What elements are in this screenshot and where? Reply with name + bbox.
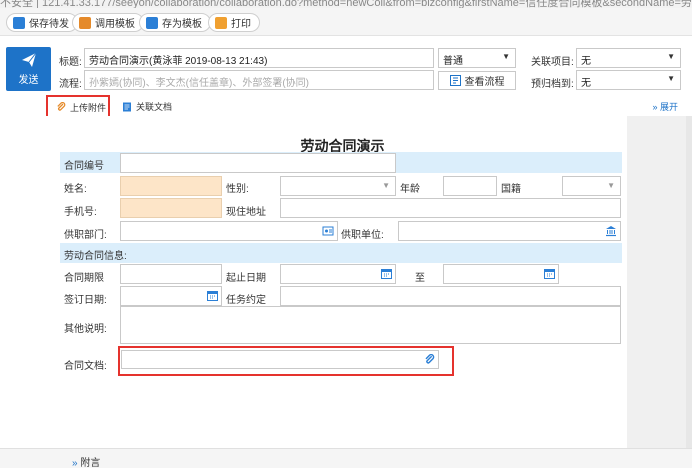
compose-header: 发送 标题: 劳动合同演示(黄泳菲 2019-08-13 21:43) 流程: … [0,37,692,95]
template-icon [79,16,91,29]
flowchart-icon [449,75,461,86]
print-button[interactable]: 打印 [208,13,260,32]
use-template-button[interactable]: 调用模板 [72,13,144,32]
contract-info-row [60,243,622,263]
contract-term-label: 合同期限 [64,273,104,284]
calendar-icon[interactable] [544,268,555,279]
nationality-label: 国籍 [501,184,521,195]
appendix-bar[interactable]: » 附言 [0,448,692,468]
save-icon [13,16,25,29]
current-address-label: 现住地址 [226,207,266,218]
sign-date-label: 签订日期: [64,295,107,306]
to-label: 至 [415,273,425,284]
flow-input[interactable]: 孙紫嫣(协同)、李文杰(信任盖章)、外部签署(协同) [84,70,434,90]
view-flow-button[interactable]: 查看流程 [438,71,516,90]
double-chevron-down-icon: » [72,458,78,468]
task-agreement-label: 任务约定 [226,295,266,306]
attachment-bar: 上传附件 关联文档 » 展开 [0,95,692,119]
related-project-label: 关联项目: [531,57,574,68]
browser-address-bar: 不安全 | 121.41.33.177/seeyon/collaboration… [0,0,692,8]
subject-input[interactable]: 劳动合同演示(黄泳菲 2019-08-13 21:43) [84,48,434,68]
other-notes-textarea[interactable] [120,306,621,344]
save-as-template-button[interactable]: 存为模板 [139,13,211,32]
age-input[interactable] [443,176,497,196]
related-project-select[interactable]: 无 ▼ [576,48,681,68]
archive-label: 预归档到: [531,79,574,90]
other-notes-label: 其他说明: [64,324,107,335]
gender-select[interactable]: ▼ [280,176,396,196]
name-input[interactable] [120,176,222,196]
age-label: 年龄 [400,184,420,195]
archive-select[interactable]: 无 ▼ [576,70,681,90]
contract-term-input[interactable] [120,264,222,284]
send-button[interactable]: 发送 [6,47,51,91]
form-paper: 劳动合同演示 合同编号 姓名: 性别: ▼ 年龄 国籍 ▼ 手机号: 现住地址 … [0,116,627,448]
flow-label: 流程: [59,79,82,90]
end-date-input[interactable] [443,264,559,284]
current-address-input[interactable] [280,198,621,218]
chevron-down-icon: ▼ [382,181,390,190]
chevron-down-icon: ▼ [667,52,675,61]
chevron-down-icon: ▼ [502,52,510,61]
gender-label: 性别: [226,184,249,195]
phone-input[interactable] [120,198,222,218]
scrollbar[interactable] [686,116,692,448]
calendar-icon[interactable] [381,268,392,279]
employer-label: 供职单位: [341,230,384,241]
name-label: 姓名: [64,184,87,195]
priority-select[interactable]: 普通 ▼ [438,48,516,68]
employer-input[interactable] [398,221,621,241]
calendar-icon[interactable] [207,290,218,301]
start-end-date-label: 起止日期 [226,273,266,284]
double-chevron-down-icon: » [652,102,658,112]
paperclip-icon[interactable] [424,354,435,365]
contract-info-label: 劳动合同信息: [64,251,127,262]
expand-button[interactable]: » 展开 [652,100,678,113]
start-date-input[interactable] [280,264,396,284]
paper-plane-icon [21,52,36,67]
appendix-toggle[interactable]: » 附言 [72,454,100,468]
toolbar: 保存待发 调用模板 存为模板 打印 [0,8,692,36]
org-picker-icon[interactable] [322,225,334,237]
contract-doc-label: 合同文档: [64,361,107,372]
save-draft-button[interactable]: 保存待发 [6,13,78,32]
chevron-down-icon: ▼ [667,74,675,83]
chevron-down-icon: ▼ [607,181,615,190]
subject-label: 标题: [59,57,82,68]
save-template-icon [146,16,158,29]
related-doc-button[interactable]: 关联文档 [122,100,172,113]
paperclip-icon [57,102,66,111]
sign-date-input[interactable] [120,286,222,306]
bank-icon[interactable] [605,225,617,237]
document-icon [123,102,131,111]
contract-no-label: 合同编号 [64,161,104,172]
task-agreement-input[interactable] [280,286,621,306]
department-label: 供职部门: [64,230,107,241]
print-icon [215,16,227,29]
contract-no-input[interactable] [120,153,396,173]
phone-label: 手机号: [64,207,97,218]
department-input[interactable] [120,221,338,241]
address-text: 不安全 | 121.41.33.177/seeyon/collaboration… [0,0,692,8]
nationality-select[interactable]: ▼ [562,176,621,196]
form-area: 劳动合同演示 合同编号 姓名: 性别: ▼ 年龄 国籍 ▼ 手机号: 现住地址 … [0,116,692,448]
contract-doc-input[interactable] [121,350,439,369]
